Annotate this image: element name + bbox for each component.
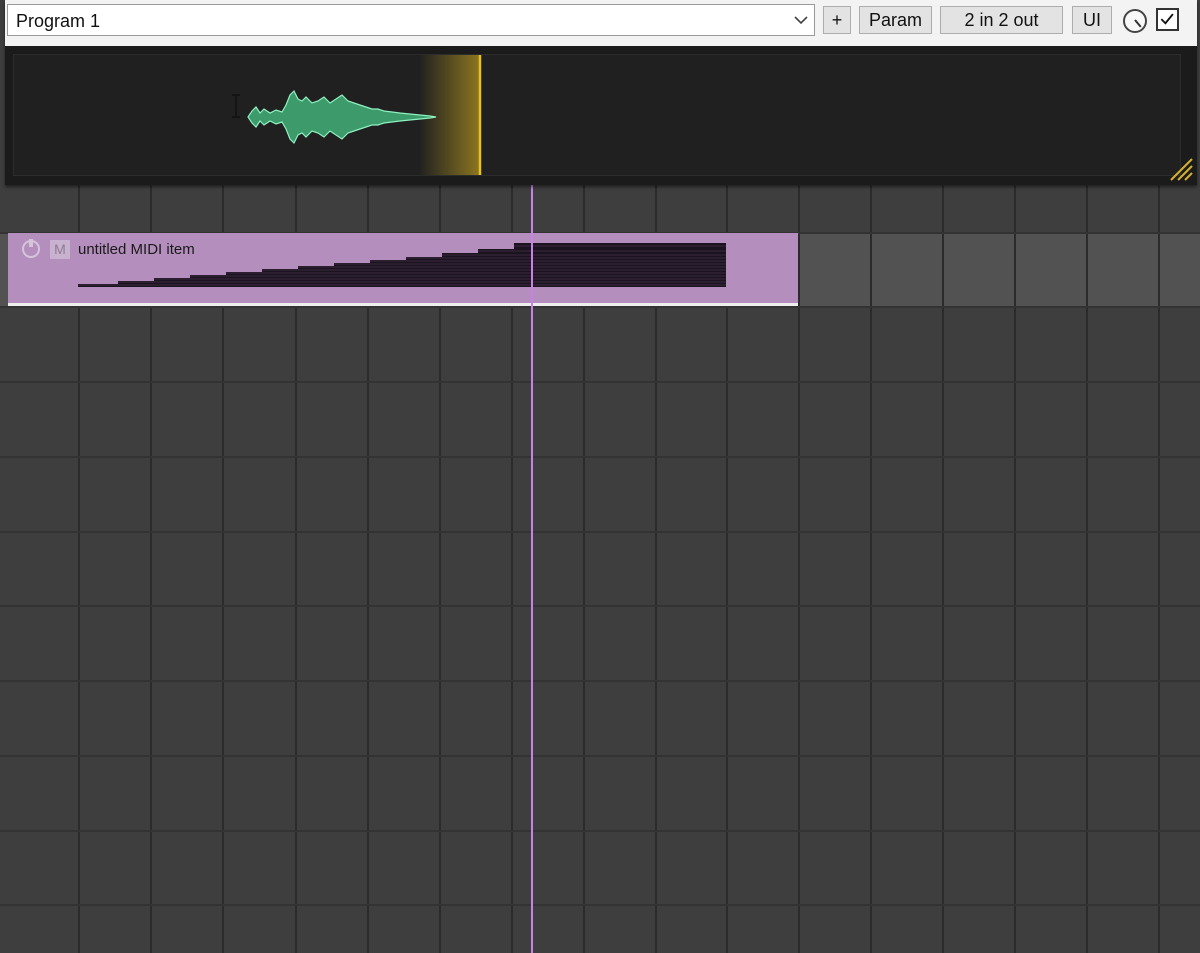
midi-item[interactable]: M untitled MIDI item	[8, 233, 798, 306]
fx-toolbar: Program 1 + Param 2 in 2 out UI	[5, 0, 1197, 46]
knob-icon[interactable]	[1123, 9, 1147, 33]
grid-horizontal-line	[0, 830, 1200, 832]
midi-notes	[78, 243, 726, 287]
grid-horizontal-line	[0, 456, 1200, 458]
add-preset-button[interactable]: +	[823, 6, 851, 34]
midi-notes-staircase	[78, 243, 726, 287]
program-label: Program 1	[16, 11, 101, 31]
program-select[interactable]: Program 1	[7, 4, 815, 36]
bypass-checkbox[interactable]	[1156, 8, 1179, 31]
item-power-icon[interactable]	[22, 239, 40, 258]
grid-horizontal-line	[0, 680, 1200, 682]
grid-horizontal-line	[0, 605, 1200, 607]
ui-button[interactable]: UI	[1072, 6, 1112, 34]
checkmark-icon	[1160, 13, 1174, 25]
grid-horizontal-line	[0, 306, 1200, 308]
resize-grip-icon[interactable]	[1167, 155, 1193, 181]
io-routing-button[interactable]: 2 in 2 out	[940, 6, 1063, 34]
param-button[interactable]: Param	[859, 6, 932, 34]
grid-horizontal-line	[0, 755, 1200, 757]
oscilloscope-svg	[14, 55, 1180, 175]
oscilloscope-view[interactable]	[13, 54, 1181, 176]
grid-horizontal-line	[0, 904, 1200, 906]
waveform-icon	[247, 89, 437, 145]
item-mute-button[interactable]: M	[50, 240, 70, 259]
plugin-display	[5, 46, 1197, 185]
edit-cursor[interactable]	[531, 184, 533, 953]
reaper-arrange-view: M untitled MIDI item Program 1 + Param 2…	[0, 0, 1200, 953]
chevron-down-icon	[794, 16, 808, 25]
grid-horizontal-line	[0, 381, 1200, 383]
grid-horizontal-line	[0, 531, 1200, 533]
fx-plugin-window: Program 1 + Param 2 in 2 out UI	[5, 0, 1197, 185]
cursor-glow	[419, 55, 481, 175]
